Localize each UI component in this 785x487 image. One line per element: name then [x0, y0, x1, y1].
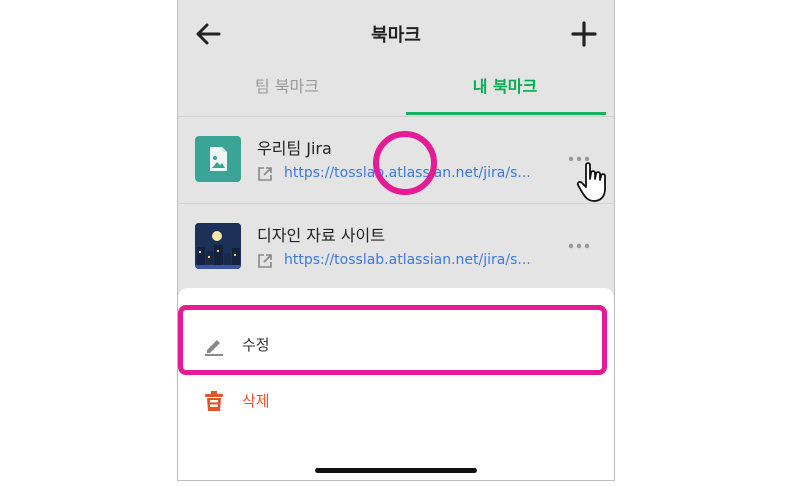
delete-label: 삭제 [242, 392, 270, 410]
bookmark-link[interactable]: https://tosslab.atlassian.net/jira/s... [257, 252, 547, 272]
image-placeholder-icon [195, 136, 241, 182]
delete-menu-item[interactable]: 삭제 [178, 376, 614, 426]
more-options-button[interactable] [566, 236, 592, 256]
more-options-button[interactable] [566, 149, 592, 169]
pencil-icon [205, 340, 223, 356]
bookmark-tabs: 팀 북마크 내 북마크 [178, 64, 614, 117]
bookmark-item[interactable]: 우리팀 Jira https://tosslab.atlassian.net/j… [178, 117, 614, 204]
bookmark-url[interactable]: https://tosslab.atlassian.net/jira/s... [284, 252, 542, 268]
edit-label: 수정 [242, 336, 270, 354]
plus-icon [571, 21, 597, 47]
night-city-thumbnail [195, 223, 241, 269]
bookmark-title: 우리팀 Jira [257, 139, 332, 158]
home-indicator [315, 468, 477, 473]
external-link-icon [258, 254, 272, 268]
bookmark-item[interactable]: 디자인 자료 사이트 https://tosslab.atlassian.net… [178, 204, 614, 290]
active-tab-indicator [406, 112, 606, 115]
more-horizontal-icon [568, 156, 590, 162]
bookmark-title: 디자인 자료 사이트 [257, 226, 385, 245]
tab-my-bookmarks[interactable]: 내 북마크 [396, 64, 614, 116]
top-bar: 북마크 [178, 0, 614, 64]
mobile-screen: 북마크 팀 북마크 내 북마크 우리팀 Jira https://tosslab… [177, 0, 615, 481]
external-link-icon [258, 167, 272, 181]
more-horizontal-icon [568, 243, 590, 249]
action-sheet: 수정 삭제 [178, 288, 614, 480]
page-title: 북마크 [371, 25, 421, 46]
trash-icon [205, 391, 223, 411]
edit-menu-item[interactable]: 수정 [178, 320, 614, 370]
bookmark-link[interactable]: https://tosslab.atlassian.net/jira/s... [257, 165, 547, 185]
bookmark-url[interactable]: https://tosslab.atlassian.net/jira/s... [284, 165, 542, 181]
add-bookmark-button[interactable] [568, 18, 600, 50]
tab-team-bookmarks[interactable]: 팀 북마크 [178, 64, 396, 116]
